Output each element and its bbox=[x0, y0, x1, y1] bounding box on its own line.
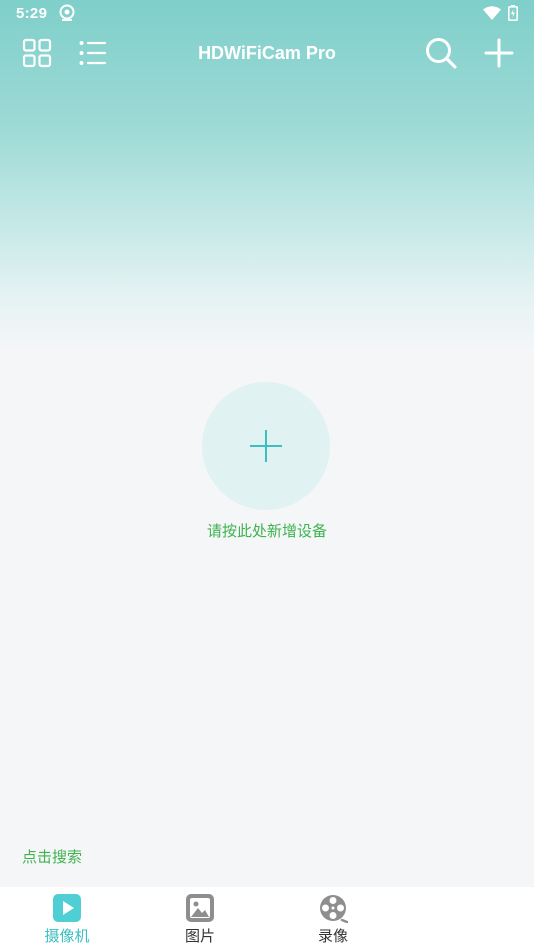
status-time: 5:29 bbox=[16, 5, 48, 22]
nav-item-camera[interactable]: 摄像机 bbox=[22, 893, 112, 949]
add-device-label[interactable]: 请按此处新增设备 bbox=[0, 520, 534, 541]
plus-icon[interactable] bbox=[482, 36, 516, 70]
nav-label: 图片 bbox=[184, 927, 215, 945]
search-icon[interactable] bbox=[424, 36, 458, 70]
nav-label: 摄像机 bbox=[44, 927, 90, 945]
app-notification-icon bbox=[59, 4, 75, 21]
add-device-button[interactable] bbox=[202, 382, 330, 510]
toolbar: HDWiFiCam Pro bbox=[0, 28, 534, 82]
nav-fade bbox=[364, 887, 534, 950]
status-bar: 5:29 bbox=[0, 0, 534, 28]
film-reel-icon bbox=[320, 895, 348, 923]
nav-item-pictures[interactable]: 图片 bbox=[155, 893, 245, 949]
battery-icon bbox=[508, 5, 518, 21]
bottom-nav: 摄像机 图片 录像 bbox=[0, 887, 534, 950]
image-icon bbox=[186, 894, 214, 922]
plus-icon bbox=[250, 430, 282, 462]
camera-play-icon bbox=[53, 894, 81, 922]
wifi-icon bbox=[483, 6, 501, 20]
search-link[interactable]: 点击搜索 bbox=[22, 846, 82, 867]
